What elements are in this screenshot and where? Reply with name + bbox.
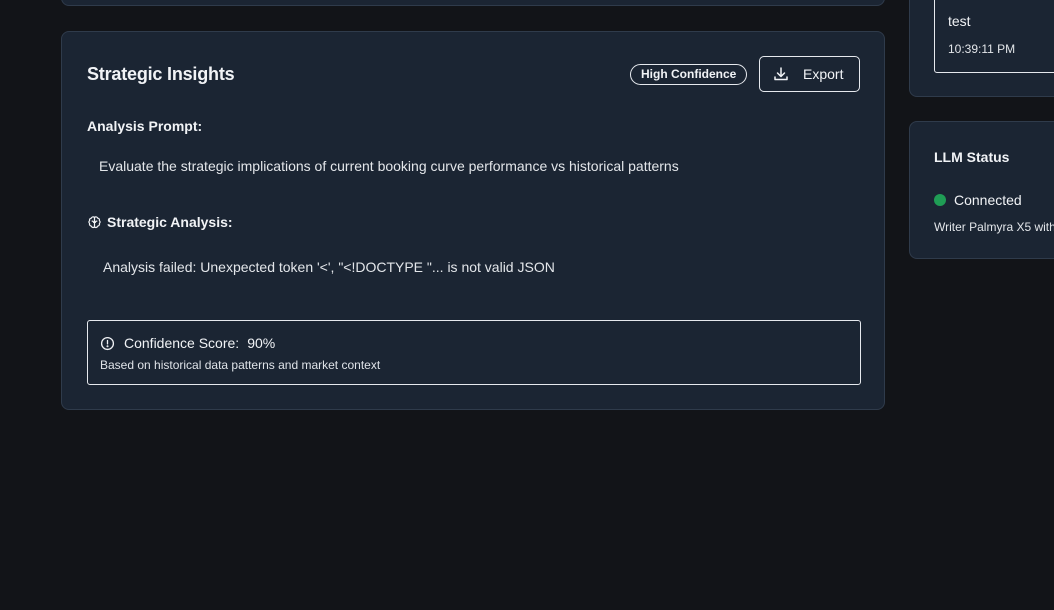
export-label: Export: [803, 66, 844, 82]
confidence-score-box: Confidence Score: 90% Based on historica…: [87, 320, 861, 385]
alert-circle-icon: [100, 336, 115, 350]
history-item-time: 10:39:11 PM: [948, 42, 1016, 56]
strategic-insights-card: Strategic Insights High Confidence Expor…: [61, 31, 885, 410]
download-icon: [774, 67, 788, 81]
card-title: Strategic Insights: [87, 64, 235, 84]
brain-icon: [88, 215, 101, 228]
previous-card: [61, 0, 885, 6]
status-dot-icon: [934, 194, 946, 206]
export-button[interactable]: Export: [759, 56, 860, 92]
analysis-prompt-text: Evaluate the strategic implications of c…: [99, 158, 679, 174]
confidence-badge: High Confidence: [630, 64, 748, 85]
llm-connection-status: Connected: [934, 192, 1022, 208]
confidence-score-row: Confidence Score: 90%: [100, 335, 275, 351]
confidence-score-subtext: Based on historical data patterns and ma…: [100, 358, 381, 372]
strategic-analysis-label: Strategic Analysis:: [107, 214, 233, 230]
history-item[interactable]: test 10:39:11 PM: [934, 0, 1054, 73]
llm-model-name: Writer Palmyra X5 with: [934, 220, 1054, 234]
llm-status-title: LLM Status: [934, 149, 1010, 165]
llm-status-text: Connected: [954, 192, 1022, 208]
analysis-prompt-label: Analysis Prompt:: [87, 118, 203, 134]
llm-status-card: LLM Status Connected Writer Palmyra X5 w…: [909, 121, 1054, 259]
confidence-score-label: Confidence Score:: [124, 335, 240, 351]
strategic-analysis-heading: Strategic Analysis:: [87, 214, 233, 230]
history-item-title: test: [948, 13, 971, 29]
analysis-result-text: Analysis failed: Unexpected token '<', "…: [103, 259, 555, 275]
confidence-score-value: 90%: [247, 335, 276, 351]
history-card: test 10:39:11 PM: [909, 0, 1054, 97]
